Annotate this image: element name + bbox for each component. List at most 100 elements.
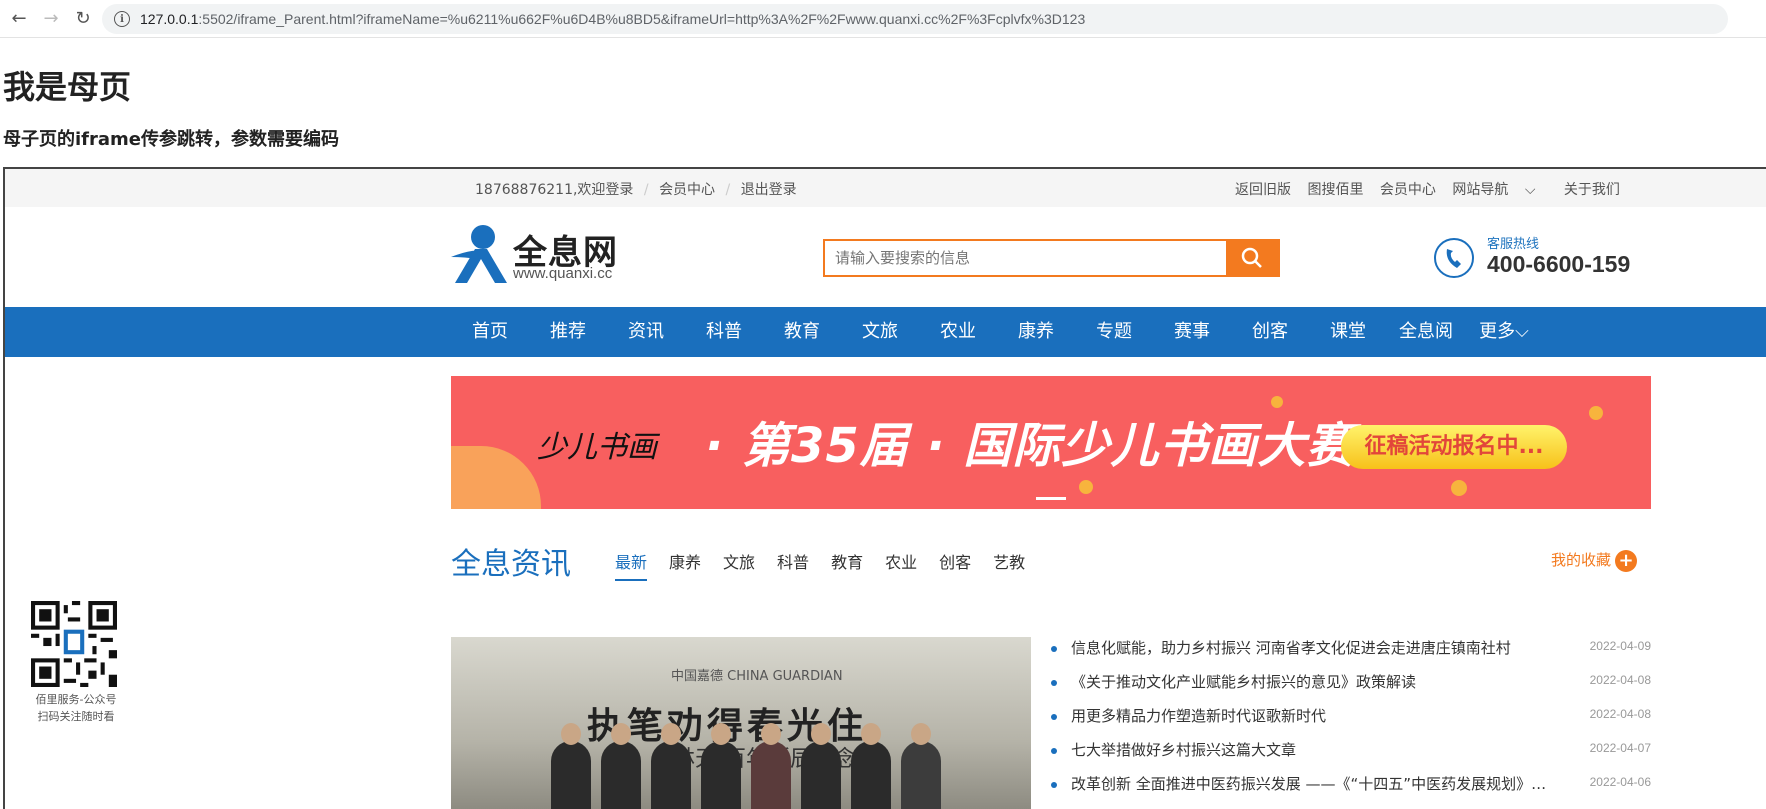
tab-maker[interactable]: 创客 — [939, 549, 971, 581]
photo-person — [601, 723, 641, 809]
carousel-indicator[interactable] — [1036, 497, 1066, 500]
news-title: 《关于推动文化产业赋能乡村振兴的意见》政策解读 — [1071, 673, 1417, 691]
list-item[interactable]: 七大举措做好乡村振兴这篇大文章 2022-04-07 — [1051, 737, 1651, 771]
nav-item-topics[interactable]: 专题 — [1075, 307, 1153, 357]
news-title: 用更多精品力作塑造新时代讴歌新时代 — [1071, 707, 1327, 725]
qr-caption-line2: 扫码关注随时看 — [37, 710, 115, 723]
nav-item-reading[interactable]: 全息阅 — [1387, 307, 1465, 357]
list-item[interactable]: 用更多精品力作塑造新时代讴歌新时代 2022-04-08 — [1051, 703, 1651, 737]
forward-arrow-icon[interactable]: → — [38, 6, 64, 32]
banner-signup-button[interactable]: 征稿活动报名中... — [1341, 425, 1567, 469]
qr-caption: 佰里服务-公众号 扫码关注随时看 — [21, 691, 131, 725]
about-us-link[interactable]: 关于我们 — [1564, 182, 1620, 198]
site-nav-label: 网站导航 — [1452, 182, 1509, 198]
banner-headline: · 第35届 · 国际少儿书画大赛 — [705, 418, 1356, 474]
nav-item-home[interactable]: 首页 — [451, 307, 529, 357]
site-nav-link[interactable]: 网站导航 ⌵ — [1452, 182, 1547, 198]
address-bar[interactable]: i 127.0.0.1:5502/iframe_Parent.html?ifra… — [102, 4, 1728, 34]
bullet — [1051, 714, 1057, 720]
page-subtitle: 母子页的iframe传参跳转，参数需要编码 — [3, 129, 339, 150]
news-tabs: 最新 康养 文旅 科普 教育 农业 创客 艺教 — [615, 549, 1047, 581]
nav-item-recommend[interactable]: 推荐 — [529, 307, 607, 357]
news-section-header: 全息资讯 最新 康养 文旅 科普 教育 农业 创客 艺教 我的收藏 + — [451, 539, 1651, 582]
list-item[interactable]: 改革创新 全面推进中医药振兴发展 ——《“十四五”中医药发展规划》解读 2022-… — [1051, 771, 1651, 805]
separator: / — [643, 182, 649, 198]
tab-art-education[interactable]: 艺教 — [993, 549, 1025, 581]
old-version-link[interactable]: 返回旧版 — [1235, 182, 1291, 198]
photo-person — [901, 723, 941, 809]
list-item[interactable]: 信息化赋能，助力乡村振兴 河南省孝文化促进会走进唐庄镇南社村 2022-04-09 — [1051, 635, 1651, 669]
image-search-link[interactable]: 图搜佰里 — [1307, 182, 1363, 198]
tab-science[interactable]: 科普 — [777, 549, 809, 581]
logo-mark-icon — [451, 225, 507, 283]
nav-more-label: 更多 — [1479, 321, 1516, 342]
nav-item-education[interactable]: 教育 — [763, 307, 841, 357]
main-nav: 首页 推荐 资讯 科普 教育 文旅 农业 康养 专题 赛事 创客 课堂 全息阅 … — [5, 307, 1766, 357]
tab-latest[interactable]: 最新 — [615, 549, 648, 581]
news-date: 2022-04-07 — [1589, 741, 1651, 755]
bullet — [1051, 748, 1057, 754]
customer-hotline: 客服热线 400-6600-159 — [1433, 233, 1663, 283]
favorites-label: 我的收藏 — [1551, 551, 1612, 569]
tab-health[interactable]: 康养 — [669, 549, 701, 581]
plus-icon: + — [1615, 549, 1638, 572]
featured-news-image[interactable]: 中国嘉德 CHINA GUARDIAN 执笔劝得春光住 —林天 百年诞辰纪念展 — [451, 637, 1031, 809]
news-date: 2022-04-08 — [1589, 673, 1651, 687]
bullet — [1051, 646, 1057, 652]
photo-person — [651, 723, 691, 809]
search-box — [823, 239, 1280, 277]
chevron-down-icon: ⌵ — [1524, 182, 1536, 198]
nav-item-health[interactable]: 康养 — [997, 307, 1075, 357]
nav-item-science[interactable]: 科普 — [685, 307, 763, 357]
nav-item-agriculture[interactable]: 农业 — [919, 307, 997, 357]
url-path: :5502/iframe_Parent.html?iframeName=%u62… — [198, 11, 1086, 27]
nav-item-maker[interactable]: 创客 — [1231, 307, 1309, 357]
news-title: 信息化赋能，助力乡村振兴 河南省孝文化促进会走进唐庄镇南社村 — [1071, 639, 1511, 657]
banner-decoration — [451, 446, 541, 509]
my-favorites-link[interactable]: 我的收藏 + — [1551, 549, 1638, 572]
logo-domain: www.quanxi.cc — [513, 265, 613, 282]
photo-person — [851, 723, 891, 809]
search-button[interactable] — [1226, 241, 1278, 275]
banner-decoration — [1589, 406, 1603, 420]
news-date: 2022-04-09 — [1589, 639, 1651, 653]
child-iframe: 18768876211,欢迎登录 / 会员中心 / 退出登录 返回旧版 图搜佰里… — [3, 167, 1766, 809]
user-welcome[interactable]: 18768876211,欢迎登录 — [475, 182, 633, 198]
news-list: 信息化赋能，助力乡村振兴 河南省孝文化促进会走进唐庄镇南社村 2022-04-09… — [1051, 635, 1651, 805]
separator: / — [725, 182, 731, 198]
search-input[interactable] — [825, 241, 1226, 275]
news-date: 2022-04-06 — [1589, 775, 1651, 789]
banner-decoration — [1079, 480, 1093, 494]
banner-decoration — [1451, 480, 1467, 496]
site-header: 全息网 www.quanxi.cc 客服热线 400-6600-159 — [5, 207, 1766, 305]
back-arrow-icon[interactable]: ← — [6, 6, 32, 32]
list-item[interactable]: 《关于推动文化产业赋能乡村振兴的意见》政策解读 2022-04-08 — [1051, 669, 1651, 703]
photo-person — [751, 723, 791, 809]
image-caption-small: 中国嘉德 CHINA GUARDIAN — [671, 669, 843, 684]
photo-person — [551, 723, 591, 809]
nav-item-more[interactable]: 更多⌵ — [1465, 307, 1543, 357]
section-title: 全息资讯 — [451, 547, 571, 582]
member-center-top-link[interactable]: 会员中心 — [1380, 182, 1436, 198]
hotline-number: 400-6600-159 — [1487, 251, 1631, 277]
tab-tourism[interactable]: 文旅 — [723, 549, 755, 581]
reload-icon[interactable]: ↻ — [70, 6, 96, 32]
hotline-label: 客服热线 — [1487, 237, 1540, 252]
nav-item-events[interactable]: 赛事 — [1153, 307, 1231, 357]
tab-education[interactable]: 教育 — [831, 549, 863, 581]
member-center-link[interactable]: 会员中心 — [659, 182, 715, 198]
logout-link[interactable]: 退出登录 — [741, 182, 797, 198]
site-info-icon[interactable]: i — [114, 11, 130, 27]
nav-item-news[interactable]: 资讯 — [607, 307, 685, 357]
news-title: 改革创新 全面推进中医药振兴发展 ——《“十四五”中医药发展规划》解读 — [1071, 775, 1551, 793]
tab-agriculture[interactable]: 农业 — [885, 549, 917, 581]
site-logo[interactable]: 全息网 www.quanxi.cc — [451, 223, 631, 287]
site-topbar: 18768876211,欢迎登录 / 会员中心 / 退出登录 返回旧版 图搜佰里… — [5, 169, 1766, 207]
banner-signature: 少儿书画 — [537, 430, 657, 465]
nav-item-classroom[interactable]: 课堂 — [1309, 307, 1387, 357]
photo-person — [701, 723, 741, 809]
browser-toolbar: ← → ↻ i 127.0.0.1:5502/iframe_Parent.htm… — [0, 0, 1766, 38]
nav-item-tourism[interactable]: 文旅 — [841, 307, 919, 357]
promo-banner[interactable]: 少儿书画 · 第35届 · 国际少儿书画大赛 征稿活动报名中... — [451, 376, 1651, 509]
qr-caption-line1: 佰里服务-公众号 — [35, 693, 117, 706]
